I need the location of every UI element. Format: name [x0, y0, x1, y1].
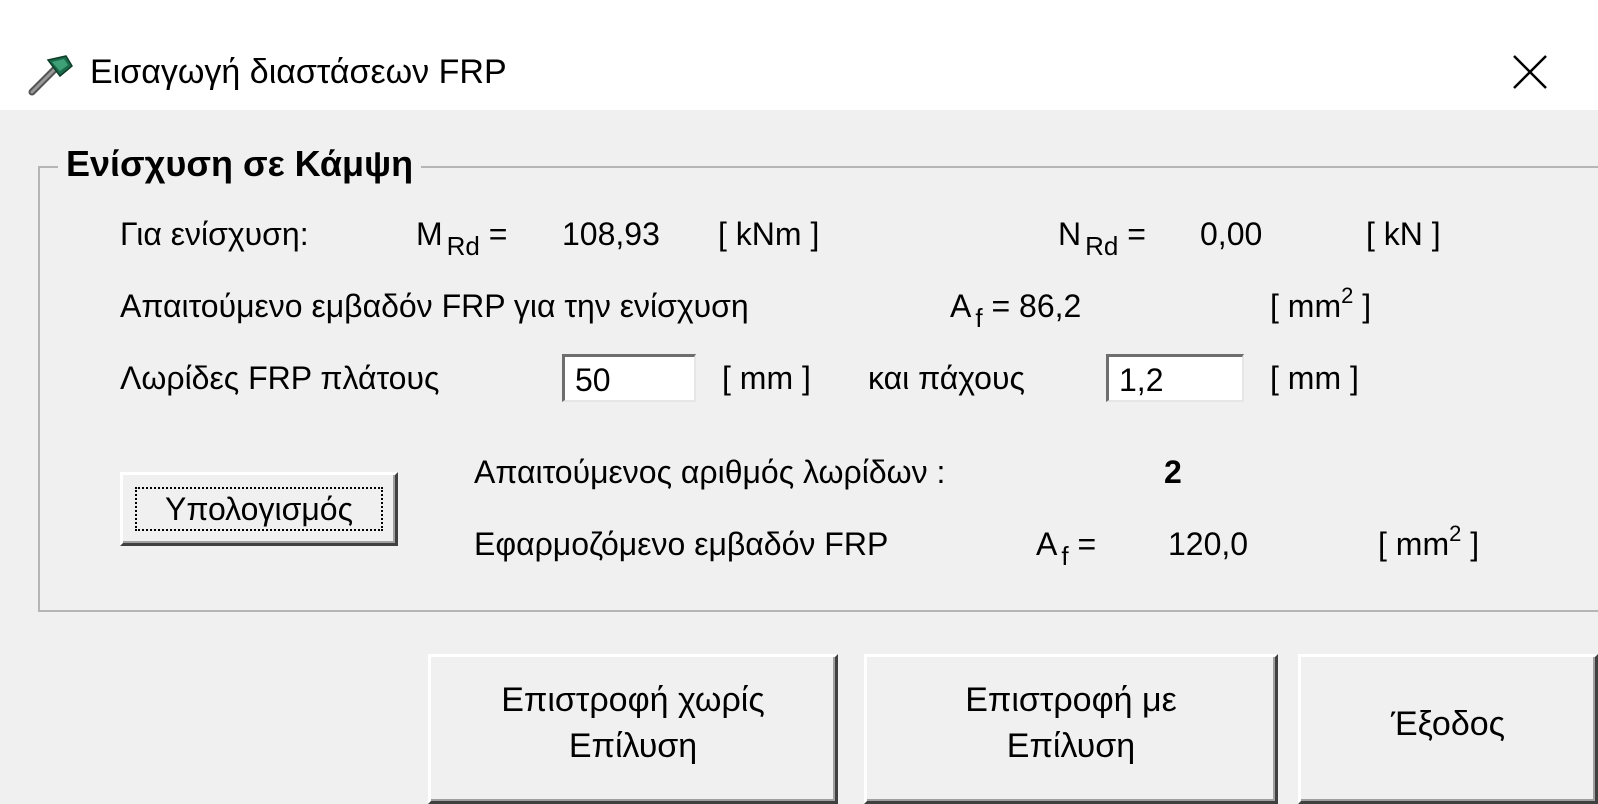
required-area-value: Af = 86,2 — [950, 288, 1082, 333]
return-with-solve-button[interactable]: Επιστροφή με Επίλυση — [864, 654, 1278, 804]
tool-icon — [28, 55, 73, 96]
return-without-line1: Επιστροφή χωρίς — [501, 681, 765, 719]
return-without-solve-button[interactable]: Επιστροφή χωρίς Επίλυση — [428, 654, 838, 804]
calculate-button[interactable]: Υπολογισμός — [120, 472, 398, 546]
required-strips-value: 2 — [1164, 454, 1182, 490]
close-button[interactable] — [1500, 44, 1560, 100]
applied-area-label: Εφαρμοζόμενο εμβαδόν FRP — [474, 526, 889, 562]
return-with-line1: Επιστροφή με — [965, 681, 1177, 719]
close-icon — [1513, 55, 1547, 89]
strip-thickness-unit: [ mm ] — [1270, 360, 1359, 396]
exit-button-label: Έξοδος — [1390, 705, 1506, 743]
required-strips-label: Απαιτούμενος αριθμός λωρίδων : — [474, 454, 946, 490]
calculate-button-label: Υπολογισμός — [135, 487, 383, 531]
required-area-unit: [ mm2 ] — [1270, 283, 1372, 324]
m-rd-unit: [ kNm ] — [718, 216, 820, 252]
return-with-line2: Επίλυση — [1006, 727, 1136, 765]
applied-area-value: 120,0 — [1168, 526, 1249, 562]
window-title: Εισαγωγή διαστάσεων FRP — [90, 53, 507, 91]
title-bar: Εισαγωγή διαστάσεων FRP — [0, 0, 1598, 110]
group-title: Ενίσχυση σε Κάμψη — [58, 140, 422, 188]
m-rd-symbol: M Rd = — [416, 216, 508, 261]
strip-thickness-label: και πάχους — [868, 360, 1025, 396]
return-without-line2: Επίλυση — [568, 727, 698, 765]
exit-button[interactable]: Έξοδος — [1298, 654, 1598, 804]
applied-area-unit: [ mm2 ] — [1378, 521, 1480, 562]
strip-width-input[interactable] — [562, 354, 696, 402]
n-rd-value: 0,00 — [1200, 216, 1263, 252]
m-rd-value: 108,93 — [562, 216, 660, 252]
strip-width-unit: [ mm ] — [722, 360, 811, 396]
reinforcement-label: Για ενίσχυση: — [120, 216, 309, 252]
n-rd-unit: [ kN ] — [1366, 216, 1441, 252]
n-rd-symbol: N Rd = — [1058, 216, 1146, 261]
strip-width-label: Λωρίδες FRP πλάτους — [120, 360, 440, 396]
strip-thickness-input[interactable] — [1106, 354, 1244, 402]
applied-area-symbol: Af = — [1036, 526, 1097, 571]
required-area-label: Απαιτούμενο εμβαδόν FRP για την ενίσχυση — [120, 288, 749, 324]
